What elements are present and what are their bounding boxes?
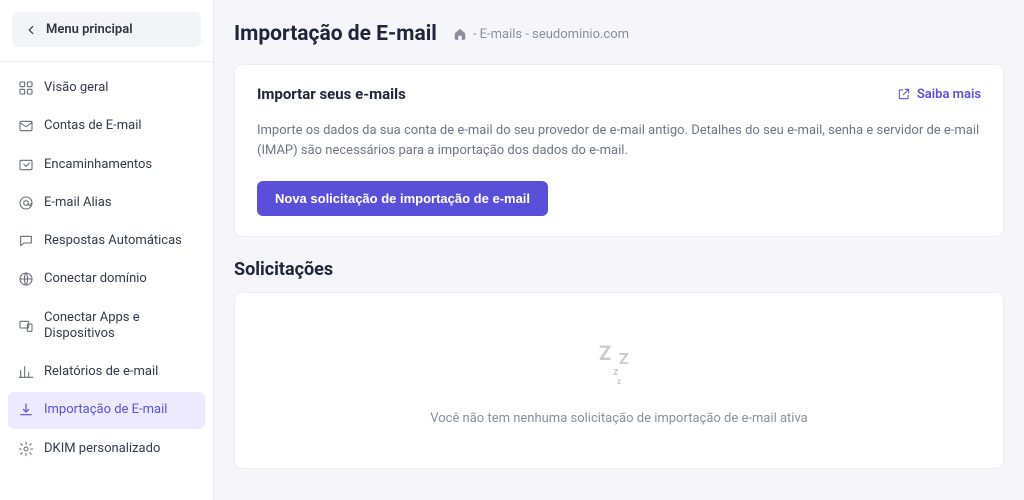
requests-empty-state: ZZzz Você não tem nenhuma solicitação de… bbox=[234, 292, 1004, 469]
devices-icon bbox=[18, 318, 34, 334]
requests-section-title: Solicitações bbox=[234, 259, 1004, 280]
external-link-icon bbox=[897, 87, 911, 101]
sidebar-item-connect-domain[interactable]: Conectar domínio bbox=[8, 261, 205, 297]
sidebar-item-label: Respostas Automáticas bbox=[44, 233, 182, 249]
page-header: Importação de E-mail - E-mails - seudomi… bbox=[234, 22, 1004, 46]
sidebar-item-label: Conectar Apps e Dispositivos bbox=[44, 310, 195, 343]
sidebar-item-label: DKIM personalizado bbox=[44, 441, 160, 457]
sidebar-item-label: Importação de E-mail bbox=[44, 402, 167, 418]
sidebar-item-label: E-mail Alias bbox=[44, 195, 112, 211]
learn-more-link[interactable]: Saiba mais bbox=[897, 87, 981, 102]
at-icon bbox=[18, 195, 34, 211]
main-content: Importação de E-mail - E-mails - seudomi… bbox=[214, 0, 1024, 500]
card-title: Importar seus e-mails bbox=[257, 85, 406, 103]
sidebar-item-forwarding[interactable]: Encaminhamentos bbox=[8, 147, 205, 183]
main-menu-label: Menu principal bbox=[46, 22, 133, 37]
card-description: Importe os dados da sua conta de e-mail … bbox=[257, 121, 981, 161]
envelope-icon bbox=[18, 118, 34, 134]
home-icon bbox=[453, 27, 467, 41]
download-icon bbox=[18, 402, 34, 418]
forward-icon bbox=[18, 157, 34, 173]
sidebar-item-auto-responses[interactable]: Respostas Automáticas bbox=[8, 223, 205, 259]
sidebar-item-label: Contas de E-mail bbox=[44, 118, 142, 134]
sidebar-item-email-import[interactable]: Importação de E-mail bbox=[8, 392, 205, 428]
learn-more-label: Saiba mais bbox=[917, 87, 981, 102]
grid-icon bbox=[18, 80, 34, 96]
empty-state-text: Você não tem nenhuma solicitação de impo… bbox=[430, 411, 808, 426]
sidebar-item-email-accounts[interactable]: Contas de E-mail bbox=[8, 108, 205, 144]
chart-icon bbox=[18, 364, 34, 380]
sidebar-item-label: Visão geral bbox=[44, 80, 108, 96]
sidebar-separator bbox=[0, 61, 213, 62]
globe-icon bbox=[18, 271, 34, 287]
sidebar-item-label: Conectar domínio bbox=[44, 271, 147, 287]
breadcrumb[interactable]: - E-mails - seudominio.com bbox=[453, 27, 629, 42]
new-import-request-button[interactable]: Nova solicitação de importação de e-mail bbox=[257, 181, 548, 216]
sidebar-nav: Visão geral Contas de E-mail Encaminhame… bbox=[0, 68, 213, 469]
sidebar-item-dkim[interactable]: DKIM personalizado bbox=[8, 431, 205, 467]
breadcrumb-text: - E-mails - seudominio.com bbox=[473, 27, 629, 42]
sidebar-item-label: Encaminhamentos bbox=[44, 157, 152, 173]
sidebar-item-reports[interactable]: Relatórios de e-mail bbox=[8, 354, 205, 390]
sidebar-item-overview[interactable]: Visão geral bbox=[8, 70, 205, 106]
page-title: Importação de E-mail bbox=[234, 22, 437, 46]
card-header: Importar seus e-mails Saiba mais bbox=[257, 85, 981, 103]
sleep-icon: ZZzz bbox=[599, 341, 639, 385]
sidebar: Menu principal Visão geral Contas de E-m… bbox=[0, 0, 214, 500]
sidebar-item-alias[interactable]: E-mail Alias bbox=[8, 185, 205, 221]
chevron-left-icon bbox=[24, 23, 38, 37]
main-menu-button[interactable]: Menu principal bbox=[12, 12, 201, 47]
sidebar-item-connect-apps[interactable]: Conectar Apps e Dispositivos bbox=[8, 300, 205, 353]
chat-icon bbox=[18, 233, 34, 249]
gear-icon bbox=[18, 441, 34, 457]
sidebar-item-label: Relatórios de e-mail bbox=[44, 364, 158, 380]
import-emails-card: Importar seus e-mails Saiba mais Importe… bbox=[234, 64, 1004, 237]
